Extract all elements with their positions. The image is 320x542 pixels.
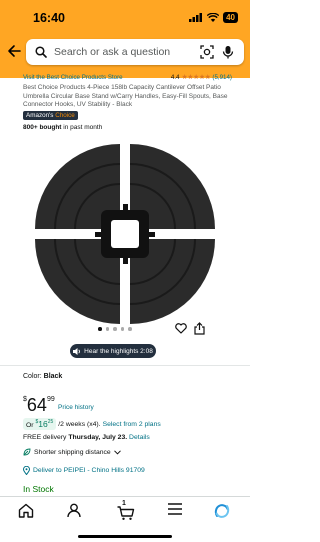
- chevron-down-icon: [113, 449, 121, 455]
- carousel-dot[interactable]: [98, 327, 102, 331]
- microphone-icon[interactable]: [222, 45, 234, 59]
- share-icon[interactable]: [194, 322, 205, 335]
- status-time: 16:40: [33, 11, 65, 25]
- shorter-shipping-label: Shorter shipping distance: [34, 448, 111, 456]
- location-pin-icon: [23, 466, 30, 475]
- delivery-info: FREE delivery Thursday, July 23. Details: [23, 434, 150, 441]
- wifi-icon: [207, 13, 220, 22]
- rating-count[interactable]: (5,914): [212, 74, 232, 81]
- installment-box: Or $1625: [23, 418, 57, 430]
- color-label: Color:: [23, 373, 42, 380]
- choice-badge-label: Choice: [55, 112, 75, 119]
- star-rating-icon: ★★★★★: [181, 74, 211, 81]
- deliver-to-label: Deliver to PEIPEI - Chino Hills 91709: [33, 467, 145, 474]
- heart-icon[interactable]: [175, 323, 187, 334]
- bought-count: 800+ bought in past month: [23, 124, 102, 131]
- choice-badge-brand: Amazon's: [26, 112, 54, 119]
- price-currency: $: [23, 396, 27, 403]
- product-title: Best Choice Products 4-Piece 158lb Capac…: [23, 84, 228, 109]
- hear-highlights-button[interactable]: Hear the highlights 2:08: [70, 344, 156, 358]
- highlights-label: Hear the highlights 2:08: [84, 347, 153, 355]
- signal-icon: [189, 13, 203, 22]
- status-icons: 40: [189, 12, 238, 23]
- amazons-choice-badge: Amazon's Choice: [23, 111, 78, 120]
- speaker-icon: [73, 347, 81, 355]
- cart-icon: [117, 506, 135, 520]
- carousel-dot[interactable]: [120, 327, 124, 331]
- menu-icon[interactable]: [168, 503, 182, 515]
- deliver-to-location[interactable]: Deliver to PEIPEI - Chino Hills 91709: [23, 466, 145, 475]
- leaf-icon: [23, 448, 31, 456]
- bought-count-bold: 800+ bought: [23, 124, 62, 131]
- rating[interactable]: 4.4 ★★★★★ (5,914): [170, 73, 232, 82]
- battery-indicator: 40: [223, 12, 238, 23]
- installment-prefix: Or: [26, 422, 34, 429]
- status-bar: 16:40 40: [0, 0, 250, 36]
- price-whole: 64: [26, 395, 47, 415]
- installment-period: /2 weeks (x4).: [58, 420, 101, 428]
- bought-count-rest: in past month: [63, 124, 103, 131]
- installment-whole: 16: [38, 419, 48, 429]
- divider: [0, 365, 250, 366]
- rating-value: 4.4: [170, 73, 180, 81]
- carousel-dot[interactable]: [113, 327, 117, 331]
- home-indicator: [78, 535, 172, 538]
- price-fraction: 99: [46, 396, 55, 403]
- product-image[interactable]: [27, 136, 223, 326]
- account-icon[interactable]: [67, 503, 81, 518]
- home-icon[interactable]: [18, 503, 34, 518]
- store-link[interactable]: Visit the Best Choice Products Store: [23, 74, 123, 81]
- search-icon: [35, 46, 47, 58]
- stock-status: In Stock: [23, 484, 54, 494]
- select-plans-link[interactable]: Select from 2 plans: [103, 421, 161, 428]
- delivery-details-link[interactable]: Details: [129, 434, 150, 441]
- carousel-dot[interactable]: [105, 327, 109, 331]
- carousel-dot[interactable]: [128, 327, 132, 331]
- cart-button[interactable]: 1: [117, 500, 135, 520]
- color-selection: Color: Black: [23, 373, 62, 380]
- installment-amount: $1625: [35, 419, 53, 429]
- image-carousel-dots[interactable]: [98, 327, 132, 331]
- rufus-assistant-icon[interactable]: [214, 503, 230, 519]
- price: $6499: [23, 395, 55, 416]
- header-bar: 16:40 40 Search or ask a question: [0, 0, 250, 78]
- price-history-link[interactable]: Price history: [58, 404, 94, 411]
- search-bar[interactable]: Search or ask a question: [26, 39, 244, 65]
- color-value: Black: [43, 373, 63, 380]
- camera-lens-icon[interactable]: [200, 45, 214, 59]
- shorter-shipping[interactable]: Shorter shipping distance: [23, 448, 121, 456]
- umbrella-base-pieces: [35, 144, 215, 324]
- installment-fraction: 25: [47, 419, 54, 426]
- installment-offer: Or $1625 /2 weeks (x4). Select from 2 pl…: [23, 418, 161, 430]
- delivery-prefix: FREE delivery: [23, 434, 67, 441]
- delivery-date: Thursday, July 23.: [68, 434, 128, 441]
- back-arrow-icon[interactable]: [7, 44, 21, 58]
- search-placeholder: Search or ask a question: [54, 46, 171, 58]
